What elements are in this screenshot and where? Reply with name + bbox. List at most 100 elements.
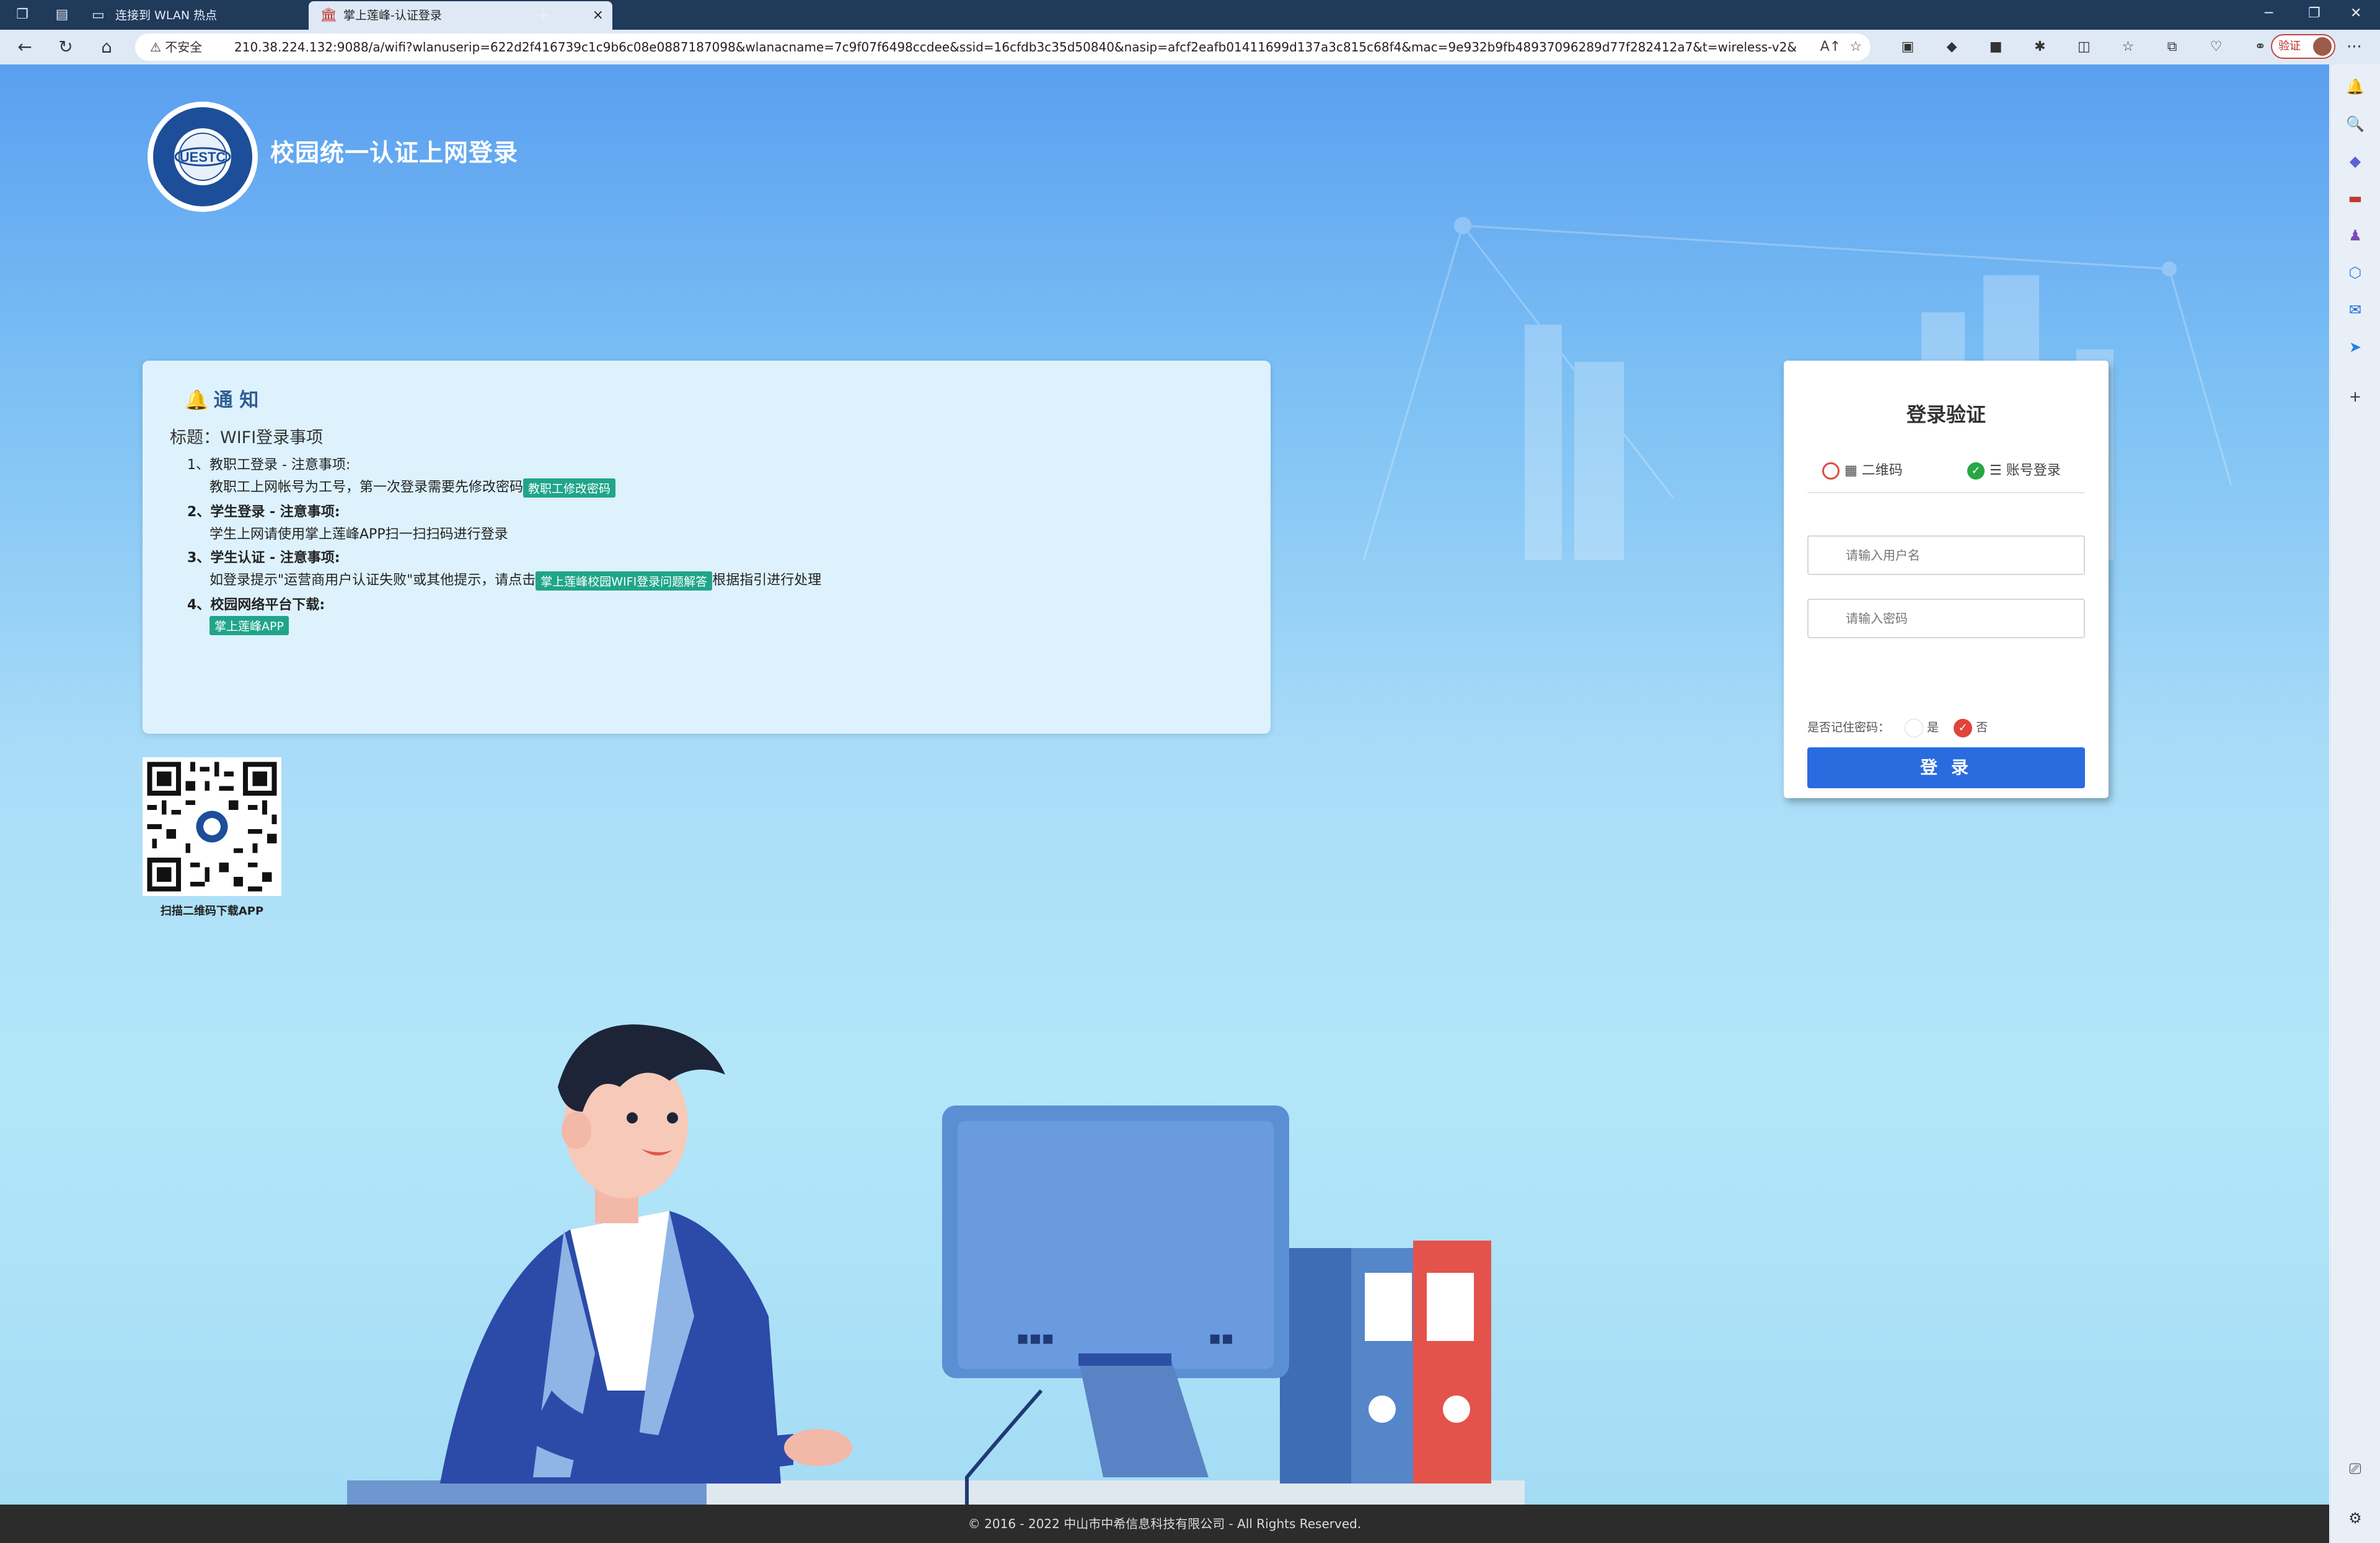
notice-item-text: 学生上网请使用掌上莲峰APP扫一扫扫码进行登录	[209, 527, 508, 542]
browser-essentials-icon[interactable]: ♡	[2205, 36, 2228, 58]
not-secure-label: 不安全	[165, 40, 203, 55]
username-input[interactable]	[1807, 535, 2085, 575]
home-icon[interactable]: ⌂	[95, 36, 118, 58]
remember-no-label: 否	[1976, 721, 1988, 734]
notice-item-text: 掌上莲峰APP	[209, 616, 289, 635]
item-title: 学生认证 - 注意事项:	[210, 550, 340, 566]
games-icon[interactable]: ♟	[2345, 226, 2365, 245]
notice-item-title: 4、校园网络平台下载:	[187, 594, 325, 613]
tools-icon[interactable]: ▬	[2345, 188, 2365, 208]
tab-label: 掌上莲峰-认证登录	[343, 9, 442, 22]
password-input[interactable]	[1807, 599, 2085, 638]
item-text: 如登录提示"运营商用户认证失败"或其他提示，请点击	[209, 573, 536, 588]
app-qr-code	[143, 757, 281, 896]
qr-code-icon: ▦	[1844, 463, 1862, 478]
bank-icon: 🏛	[320, 7, 337, 23]
close-window-icon[interactable]: ✕	[2350, 0, 2361, 30]
tab-divider	[1807, 492, 2085, 493]
remember-no-radio[interactable]: ✓	[1954, 718, 1973, 737]
remember-yes-radio[interactable]	[1905, 718, 1924, 737]
not-secure-indicator[interactable]: ⚠ 不安全	[150, 33, 202, 61]
svg-text:▪▪: ▪▪	[1209, 1327, 1234, 1349]
radio-unchecked-icon	[1822, 462, 1840, 480]
page-viewport: UESTC 校园统一认证上网登录 🔔 通 知 标题：WIFI登录事项 1、教职工登…	[0, 64, 2329, 1505]
browser-sidebar: 🔔 🔍 ◆ ▬ ♟ ⬡ ✉ ➤ + ⎚ ⚙	[2330, 64, 2380, 1543]
login-card: 登录验证 ▦ 二维码 ✓☰ 账号登录 是否记住密码： 是 ✓否 登 录	[1784, 361, 2109, 798]
settings-icon[interactable]: ⚙	[2345, 1508, 2365, 1528]
outlook-icon[interactable]: ✉	[2345, 300, 2365, 320]
share-icon[interactable]: ⚭	[2249, 36, 2272, 58]
drop-icon[interactable]: ➤	[2345, 337, 2365, 357]
extension-icon[interactable]: ◆	[1941, 36, 1963, 58]
close-icon[interactable]: ×	[593, 1, 604, 30]
person-at-computer-illustration: ▪▪▪ ▪▪	[347, 1024, 1525, 1505]
university-logo: UESTC	[148, 102, 258, 212]
collections-icon[interactable]: ⧉	[2161, 36, 2184, 58]
notice-subject: 标题：WIFI登录事项	[170, 428, 324, 447]
address-toolbar: ← ↻ ⌂ ⚠ 不安全 210.38.224.132:9088/a/wifi?w…	[0, 30, 2380, 65]
login-button[interactable]: 登 录	[1807, 747, 2085, 788]
profile-label: 验证	[2278, 40, 2301, 53]
wifi-faq-button[interactable]: 掌上莲峰校园WIFI登录问题解答	[536, 571, 713, 591]
split-screen-icon[interactable]: ◫	[2073, 36, 2095, 58]
notification-icon[interactable]: 🔔	[2345, 77, 2365, 97]
login-title: 登录验证	[1906, 403, 1986, 426]
address-bar[interactable]: ⚠ 不安全 210.38.224.132:9088/a/wifi?wlanuse…	[135, 33, 1871, 61]
item-text: 根据指引进行处理	[712, 573, 822, 588]
extensions-icon[interactable]: ✱	[2029, 36, 2051, 58]
read-aloud-label: A↑	[1820, 39, 1841, 55]
restore-icon[interactable]: ❐	[2308, 0, 2320, 30]
item-number: 3、	[187, 550, 211, 566]
notice-item-title: 1、教职工登录 - 注意事项:	[187, 454, 350, 473]
page-footer: © 2016 - 2022 中山市中希信息科技有限公司 - All Rights…	[0, 1505, 2329, 1543]
tab-qr-login[interactable]: ▦ 二维码	[1822, 461, 1903, 481]
item-number: 4、	[187, 597, 211, 613]
read-aloud-icon[interactable]: A↑ ☆	[1820, 33, 1862, 61]
item-text: 教职工上网帐号为工号，第一次登录需要先修改密码	[209, 480, 524, 495]
staff-change-password-button[interactable]: 教职工修改密码	[523, 478, 616, 498]
microsoft365-icon[interactable]: ⬡	[2345, 263, 2365, 283]
tab-account-login[interactable]: ✓ ☰ 账号登录	[1967, 461, 2061, 481]
remember-label: 是否记住密码：	[1807, 721, 1890, 734]
item-number: 1、	[187, 457, 209, 473]
remember-password-row: 是否记住密码： 是 ✓ 否	[1807, 718, 1988, 737]
item-title: 教职工登录 - 注意事项:	[209, 457, 351, 473]
minimize-icon[interactable]: ─	[2265, 0, 2273, 30]
svg-text:▪▪▪: ▪▪▪	[1016, 1327, 1054, 1349]
notice-panel: 🔔 通 知 标题：WIFI登录事项 1、教职工登录 - 注意事项: 教职工上网帐号…	[143, 361, 1271, 734]
item-title: 校园网络平台下载:	[210, 597, 325, 613]
workspaces-icon[interactable]: ❐	[14, 6, 31, 24]
profile-button[interactable]: 验证	[2271, 34, 2335, 59]
app-download-button[interactable]: 掌上莲峰APP	[209, 616, 289, 635]
notice-item-text: 如登录提示"运营商用户认证失败"或其他提示，请点击 掌上莲峰校园WIFI登录问题解…	[209, 569, 821, 591]
qr-caption: 扫描二维码下载APP	[160, 905, 264, 918]
search-icon[interactable]: 🔍	[2345, 114, 2365, 134]
back-icon[interactable]: ←	[14, 36, 36, 58]
new-tab-button[interactable]: +	[534, 2, 552, 27]
check-circle-icon: ✓	[1967, 462, 1985, 480]
tab-label: 二维码	[1861, 463, 1903, 478]
page-icon: ▭	[92, 7, 105, 23]
notice-item-title: 2、学生登录 - 注意事项:	[187, 501, 340, 521]
favorites-icon[interactable]: ☆	[2117, 36, 2139, 58]
site-title: 校园统一认证上网登录	[270, 139, 519, 167]
notice-heading-text: 通 知	[213, 389, 259, 411]
tab-login[interactable]: 🏛 掌上莲峰-认证登录 ×	[309, 1, 612, 30]
refresh-icon[interactable]: ↻	[55, 36, 77, 58]
screenshot-icon[interactable]: ⎚	[2345, 1459, 2365, 1479]
logo-text: UESTC	[180, 149, 226, 165]
item-number: 2、	[187, 504, 211, 520]
notice-heading: 🔔 通 知	[185, 384, 258, 412]
bell-icon: 🔔	[185, 389, 209, 411]
browser-tab-bar: ❐ ▤ ▭ 连接到 WLAN 热点 × 🏛 掌上莲峰-认证登录 × + ─ ❐ …	[0, 0, 2380, 30]
more-menu-icon[interactable]: ···	[2347, 36, 2362, 58]
item-title: 学生登录 - 注意事项:	[210, 504, 340, 520]
shopping-icon[interactable]: ◆	[2345, 151, 2365, 171]
extension-icon[interactable]: ■	[1985, 36, 2007, 58]
extension-icon[interactable]: ▣	[1897, 36, 1919, 58]
tab-actions-icon[interactable]: ▤	[53, 6, 71, 24]
add-icon[interactable]: +	[2345, 387, 2365, 407]
notice-item-text: 教职工上网帐号为工号，第一次登录需要先修改密码 教职工修改密码	[209, 476, 616, 498]
url-text[interactable]: 210.38.224.132:9088/a/wifi?wlanuserip=62…	[234, 33, 1796, 61]
list-icon: ☰	[1990, 463, 2006, 478]
